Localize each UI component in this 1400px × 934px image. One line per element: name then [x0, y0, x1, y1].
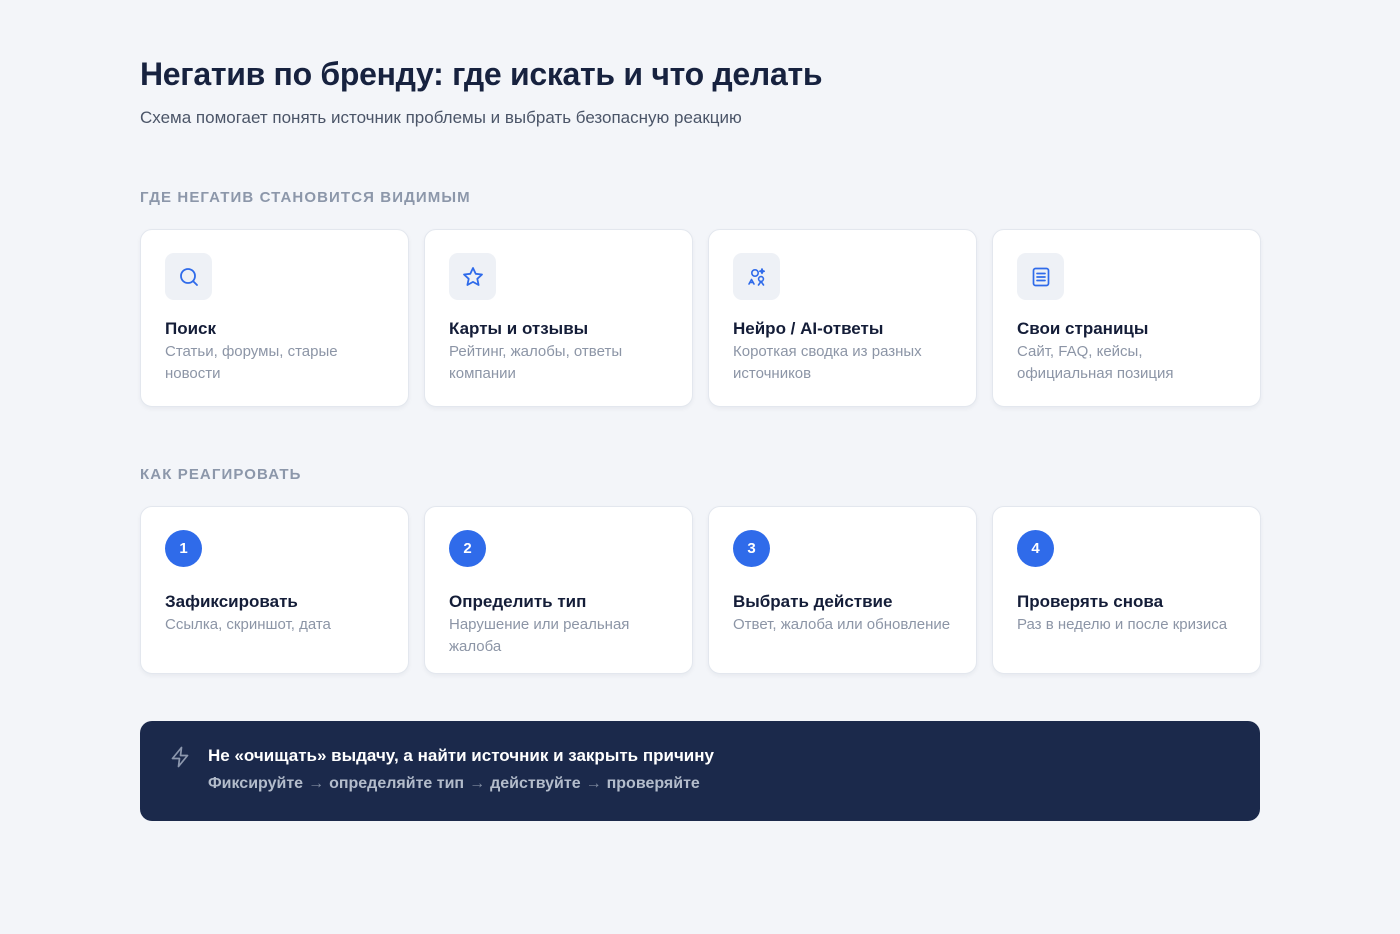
banner-steps: Фиксируйте → определяйте тип → действуйт…: [208, 775, 714, 793]
banner-step: Фиксируйте: [208, 775, 304, 792]
banner-step: определяйте тип: [329, 775, 465, 792]
banner-step: проверяйте: [606, 775, 700, 792]
react-steps: 1 Зафиксировать Ссылка, скриншот, дата 2…: [140, 506, 1261, 674]
card-description: Рейтинг, жалобы, ответы компании: [449, 343, 623, 382]
source-card-maps-reviews: Карты и отзывы Рейтинг, жалобы, ответы к…: [424, 229, 693, 407]
step-card-1: 1 Зафиксировать Ссылка, скриншот, дата: [140, 506, 409, 674]
sources-cards: Поиск Статьи, форумы, старые новости Кар…: [140, 229, 1261, 407]
section-label-sources: ГДЕ НЕГАТИВ СТАНОВИТСЯ ВИДИМЫМ: [140, 189, 471, 206]
card-title: Поиск: [165, 319, 217, 338]
banner-text: Не «очищать» выдачу, а найти источник и …: [208, 745, 714, 821]
step-description: Ответ, жалоба или обновление: [733, 616, 951, 633]
step-card-4: 4 Проверять снова Раз в неделю и после к…: [992, 506, 1261, 674]
step-number-badge: 2: [449, 530, 486, 567]
step-title: Проверять снова: [1017, 592, 1164, 611]
document-icon: [1017, 253, 1064, 300]
step-title: Зафиксировать: [165, 592, 298, 611]
step-number-badge: 4: [1017, 530, 1054, 567]
banner-title: Не «очищать» выдачу, а найти источник и …: [208, 746, 714, 765]
step-description: Нарушение или реальная жалоба: [449, 616, 630, 655]
step-number-badge: 3: [733, 530, 770, 567]
card-title: Свои страницы: [1017, 319, 1149, 338]
lightning-icon: [168, 745, 192, 769]
arrow-right-icon: →: [469, 775, 486, 792]
card-description: Короткая сводка из разных источников: [733, 343, 922, 382]
step-title: Определить тип: [449, 592, 587, 611]
step-description: Ссылка, скриншот, дата: [165, 616, 331, 633]
step-card-3: 3 Выбрать действие Ответ, жалоба или обн…: [708, 506, 977, 674]
step-number-badge: 1: [165, 530, 202, 567]
source-card-search: Поиск Статьи, форумы, старые новости: [140, 229, 409, 407]
card-description: Статьи, форумы, старые новости: [165, 343, 338, 382]
star-icon: [449, 253, 496, 300]
banner-step: действуйте: [490, 775, 581, 792]
source-card-ai-answers: Нейро / AI-ответы Короткая сводка из раз…: [708, 229, 977, 407]
card-title: Нейро / AI-ответы: [733, 319, 884, 338]
card-title: Карты и отзывы: [449, 319, 589, 338]
step-description: Раз в неделю и после кризиса: [1017, 616, 1228, 633]
source-card-own-pages: Свои страницы Сайт, FAQ, кейсы, официаль…: [992, 229, 1261, 407]
page-title: Негатив по бренду: где искать и что дела…: [140, 56, 823, 92]
step-card-2: 2 Определить тип Нарушение или реальная …: [424, 506, 693, 674]
arrow-right-icon: →: [308, 775, 325, 792]
section-label-react: КАК РЕАГИРОВАТЬ: [140, 466, 302, 483]
search-icon: [165, 253, 212, 300]
page-subtitle: Схема помогает понять источник проблемы …: [140, 108, 742, 127]
arrow-right-icon: →: [585, 775, 602, 792]
card-description: Сайт, FAQ, кейсы, официальная позиция: [1017, 343, 1174, 382]
step-title: Выбрать действие: [733, 592, 893, 611]
summary-banner: Не «очищать» выдачу, а найти источник и …: [140, 721, 1260, 821]
ai-sparkle-icon: [733, 253, 780, 300]
